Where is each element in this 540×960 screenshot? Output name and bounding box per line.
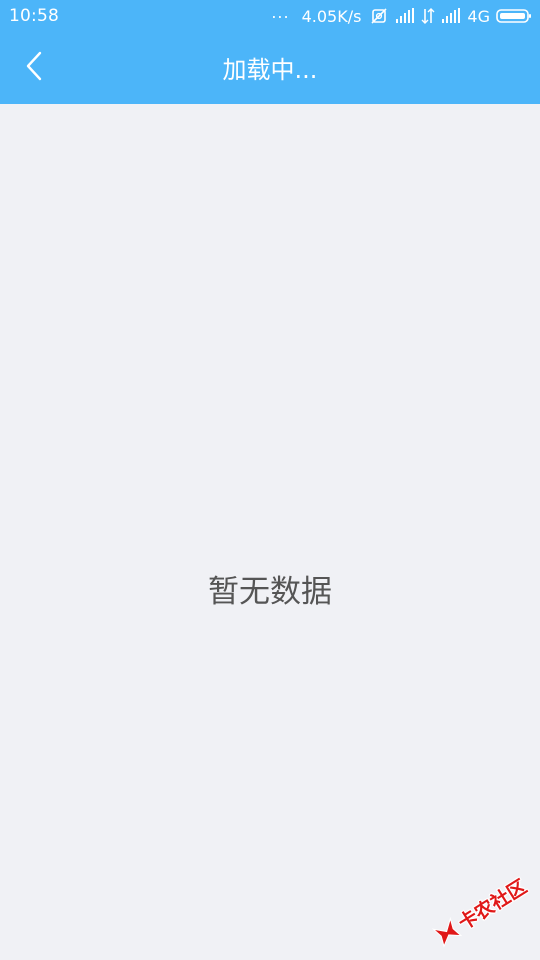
page-title: 加载中... [222, 56, 318, 84]
watermark-text: 卡农社区 [454, 875, 531, 935]
empty-state-message: 暂无数据 [208, 574, 332, 610]
navigation-bar: 加载中... [0, 32, 540, 104]
status-bar: 10:58 ... 4.05K/s 4G [0, 0, 540, 32]
status-icons: ... 4.05K/s 4G [271, 5, 532, 27]
battery-icon [496, 8, 532, 24]
top-bar: 10:58 ... 4.05K/s 4G 加载中... [0, 0, 540, 104]
status-time: 10:58 [9, 6, 59, 26]
signal-icon [395, 8, 415, 24]
mute-icon [369, 6, 389, 26]
network-speed: 4.05K/s [301, 6, 362, 26]
network-type: 4G [467, 6, 490, 26]
data-transfer-icon [421, 7, 435, 25]
signal-icon [441, 8, 461, 24]
notification-dots: ... [271, 3, 290, 22]
watermark: 卡农社区 [431, 870, 534, 948]
app-screen: 10:58 ... 4.05K/s 4G 加载中... 暂无数据 卡农社区 [0, 0, 540, 960]
